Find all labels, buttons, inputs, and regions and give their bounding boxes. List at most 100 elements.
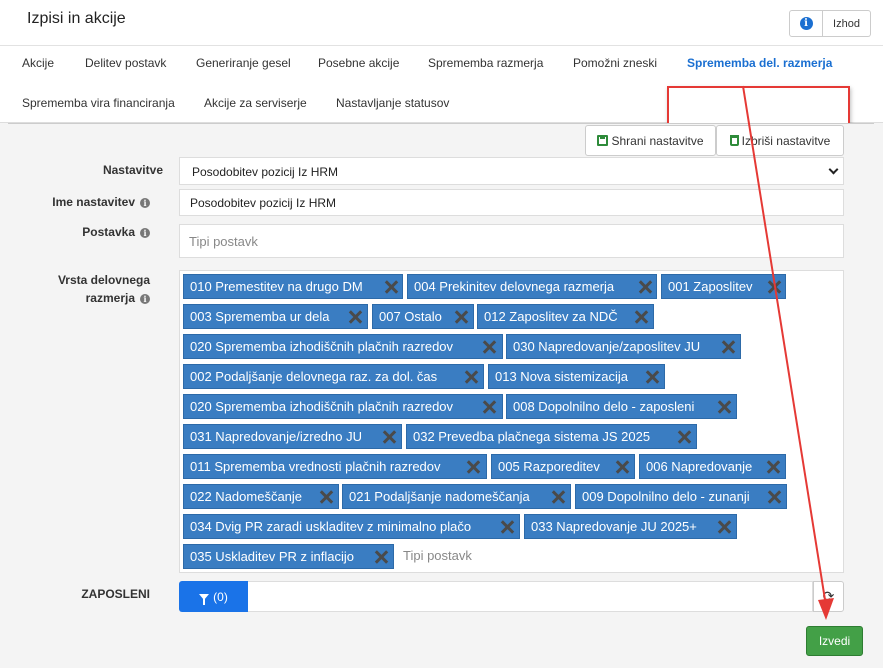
page-title: Izpisi in akcije <box>27 10 126 27</box>
refresh-icon: ⟳ <box>822 588 835 604</box>
remove-tag-icon[interactable] <box>766 460 780 474</box>
tag-label: 034 Dvig PR zaradi uskladitev z minimaln… <box>190 519 472 534</box>
help-icon: i <box>140 198 150 208</box>
tag-label: 020 Sprememba izhodiščnih plačnih razred… <box>190 339 454 354</box>
remove-tag-icon[interactable] <box>767 280 781 294</box>
tag-label: 030 Napredovanje/zaposlitev JU <box>513 339 701 354</box>
tab-sprememba-razmerja[interactable]: Sprememba razmerja <box>428 56 543 70</box>
remove-tag-icon[interactable] <box>374 550 388 564</box>
tab-sprememba-del-razmerja[interactable]: Sprememba del. razmerja <box>687 56 832 70</box>
item-types-input[interactable]: Tipi postavk <box>179 224 844 258</box>
remove-tag-icon[interactable] <box>319 490 333 504</box>
tag-label: 032 Prevedba plačnega sistema JS 2025 <box>413 429 651 444</box>
employees-field[interactable] <box>248 581 813 612</box>
tag-chip: 013 Nova sistemizacija <box>488 364 665 389</box>
settings-select[interactable]: Posodobitev pozicij Iz HRM <box>179 157 844 185</box>
settings-select-value: Posodobitev pozicij Iz HRM <box>192 165 339 179</box>
tag-chip: 033 Napredovanje JU 2025+ <box>524 514 737 539</box>
tag-chip: 010 Premestitev na drugo DM <box>183 274 403 299</box>
item-label: Postavka <box>82 225 135 239</box>
tag-chip: 011 Sprememba vrednosti plačnih razredov <box>183 454 487 479</box>
delete-settings-label: Izbriši nastavitve <box>741 133 831 148</box>
remove-tag-icon[interactable] <box>638 280 652 294</box>
remove-tag-icon[interactable] <box>482 400 496 414</box>
remove-tag-icon[interactable] <box>384 280 398 294</box>
tab-bar: Akcije Delitev postavk Generiranje gesel… <box>0 46 883 132</box>
tag-label: 003 Sprememba ur dela <box>190 309 330 324</box>
remove-tag-icon[interactable] <box>466 460 480 474</box>
tag-chip: 012 Zaposlitev za NDČ <box>477 304 654 329</box>
run-button[interactable]: Izvedi <box>806 626 863 656</box>
remove-tag-icon[interactable] <box>500 520 514 534</box>
info-button[interactable]: i <box>789 10 823 37</box>
tag-chip: 001 Zaposlitev <box>661 274 786 299</box>
remove-tag-icon[interactable] <box>382 430 396 444</box>
tab-akcije[interactable]: Akcije <box>22 56 54 70</box>
tag-chip: 020 Sprememba izhodiščnih plačnih razred… <box>183 394 503 419</box>
tag-label: 007 Ostalo <box>379 309 442 324</box>
employment-type-label-line2: razmerja <box>85 291 135 305</box>
tag-chip: 008 Dopolnilno delo - zaposleni <box>506 394 737 419</box>
tag-chip: 031 Napredovanje/izredno JU <box>183 424 402 449</box>
tab-pomozni-zneski[interactable]: Pomožni zneski <box>573 56 657 70</box>
remove-tag-icon[interactable] <box>464 370 478 384</box>
tab-nastavljanje-statusov[interactable]: Nastavljanje statusov <box>336 96 449 110</box>
tag-chip: 032 Prevedba plačnega sistema JS 2025 <box>406 424 697 449</box>
tab-akcije-za-serviserje[interactable]: Akcije za serviserje <box>204 96 307 110</box>
app-header: Izpisi in akcije i Izhod <box>0 0 883 46</box>
tag-label: 004 Prekinitev delovnega razmerja <box>414 279 615 294</box>
tag-label: 031 Napredovanje/izredno JU <box>190 429 362 444</box>
header-button-group: i Izhod <box>789 10 871 37</box>
tag-label: 011 Sprememba vrednosti plačnih razredov <box>190 459 441 474</box>
tag-label: 035 Uskladitev PR z inflacijo <box>190 549 355 564</box>
item-label-wrap: Postavka i <box>82 225 150 239</box>
settings-name-label-wrap: Ime nastavitev i <box>52 195 150 209</box>
help-icon: i <box>140 228 150 238</box>
remove-tag-icon[interactable] <box>645 370 659 384</box>
tab-posebne-akcije[interactable]: Posebne akcije <box>318 56 399 70</box>
tag-chip: 006 Napredovanje <box>639 454 786 479</box>
tag-chip: 030 Napredovanje/zaposlitev JU <box>506 334 741 359</box>
remove-tag-icon[interactable] <box>454 310 468 324</box>
tab-delitev-postavk[interactable]: Delitev postavk <box>85 56 166 70</box>
tag-chip: 002 Podaljšanje delovnega raz. za dol. č… <box>183 364 484 389</box>
remove-tag-icon[interactable] <box>615 460 629 474</box>
remove-tag-icon[interactable] <box>551 490 565 504</box>
tag-chip: 004 Prekinitev delovnega razmerja <box>407 274 657 299</box>
tag-label: 013 Nova sistemizacija <box>495 369 628 384</box>
tags-search-input[interactable]: Tipi postavk <box>403 548 472 563</box>
tag-chip: 003 Sprememba ur dela <box>183 304 368 329</box>
tab-generiranje-gesel[interactable]: Generiranje gesel <box>196 56 291 70</box>
settings-label: Nastavitve <box>102 163 163 177</box>
delete-settings-button[interactable]: Izbriši nastavitve <box>716 125 844 156</box>
employee-filter-button[interactable]: (0) <box>179 581 248 612</box>
settings-name-label: Ime nastavitev <box>52 195 135 209</box>
remove-tag-icon[interactable] <box>721 340 735 354</box>
employment-type-label-wrap: Vrsta delovnega razmerja i <box>58 271 150 307</box>
tag-chip: 005 Razporeditev <box>491 454 635 479</box>
remove-tag-icon[interactable] <box>482 340 496 354</box>
tag-chip: 007 Ostalo <box>372 304 474 329</box>
remove-tag-icon[interactable] <box>348 310 362 324</box>
remove-tag-icon[interactable] <box>767 490 781 504</box>
tag-chip: 022 Nadomeščanje <box>183 484 339 509</box>
tag-chip: 034 Dvig PR zaradi uskladitev z minimaln… <box>183 514 520 539</box>
remove-tag-icon[interactable] <box>717 400 731 414</box>
remove-tag-icon[interactable] <box>634 310 648 324</box>
save-settings-button[interactable]: Shrani nastavitve <box>585 125 716 156</box>
refresh-button[interactable]: ⟳ <box>813 581 844 612</box>
remove-tag-icon[interactable] <box>677 430 691 444</box>
filter-count: (0) <box>213 589 228 604</box>
tag-label: 033 Napredovanje JU 2025+ <box>531 519 697 534</box>
tab-sprememba-vira-financiranja[interactable]: Sprememba vira financiranja <box>22 96 175 110</box>
remove-tag-icon[interactable] <box>717 520 731 534</box>
tag-label: 022 Nadomeščanje <box>190 489 303 504</box>
filter-icon <box>199 593 210 605</box>
settings-name-input[interactable]: Posodobitev pozicij Iz HRM <box>179 189 844 216</box>
save-icon <box>597 135 609 146</box>
exit-button[interactable]: Izhod <box>823 10 871 37</box>
tag-label: 010 Premestitev na drugo DM <box>190 279 363 294</box>
tag-label: 009 Dopolnilno delo - zunanji <box>582 489 750 504</box>
tag-chip: 009 Dopolnilno delo - zunanji <box>575 484 787 509</box>
tag-label: 021 Podaljšanje nadomeščanja <box>349 489 530 504</box>
